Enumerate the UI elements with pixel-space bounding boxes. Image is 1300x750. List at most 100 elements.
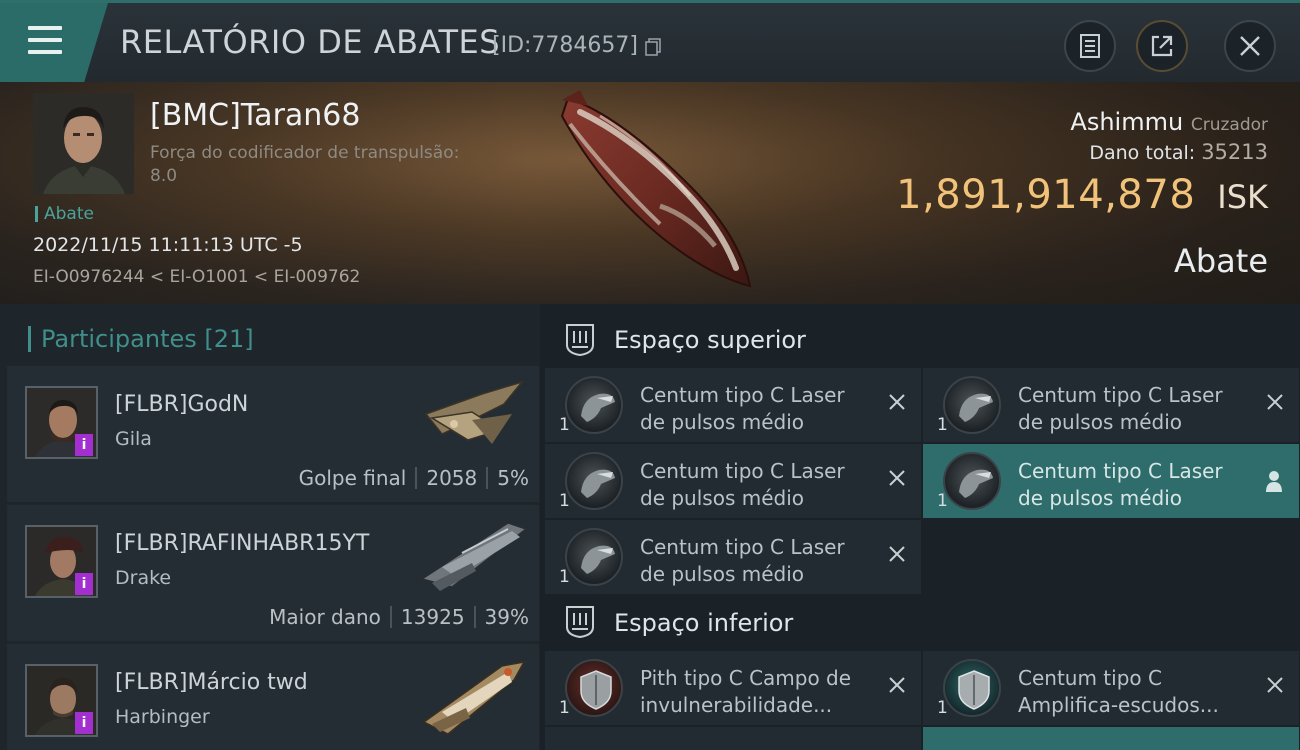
module-quantity: 1 bbox=[559, 415, 570, 435]
participant-card[interactable]: i [FLBR]Márcio twd Harbinger bbox=[7, 644, 539, 750]
module-quantity: 1 bbox=[559, 491, 570, 511]
participants-header: Participantes [21] bbox=[28, 326, 254, 352]
menu-icon-bar bbox=[28, 50, 62, 54]
kill-tag: Abate bbox=[35, 206, 94, 223]
participant-damage: 2058 bbox=[426, 466, 478, 490]
ship-name[interactable]: Ashimmu bbox=[1070, 108, 1183, 136]
module-quantity: 1 bbox=[559, 567, 570, 587]
module-name: Centum tipo C Laser de pulsos médio bbox=[640, 535, 845, 586]
participants-count: [21] bbox=[204, 325, 254, 353]
shield-amplifier-icon bbox=[943, 659, 1001, 717]
module-name: Pith tipo C Campo de invulnerabilidade..… bbox=[640, 666, 852, 717]
copy-icon[interactable] bbox=[645, 38, 661, 56]
module-quantity: 1 bbox=[559, 698, 570, 718]
participant-card[interactable]: i [FLBR]RAFINHABR15YT Drake Maior dano 13… bbox=[7, 505, 539, 641]
participant-role: Golpe final bbox=[298, 466, 407, 490]
module-quantity: 1 bbox=[937, 698, 948, 718]
module-item[interactable]: 1 Centum tipo C Laser de pulsos médio bbox=[545, 520, 921, 594]
module-item[interactable]: 1 Centum tipo C Laser de pulsos médio bbox=[923, 368, 1299, 442]
document-button[interactable] bbox=[1064, 20, 1116, 72]
window-header: RELATÓRIO DE ABATES [ID:7784657] bbox=[0, 0, 1300, 82]
participant-card[interactable]: i [FLBR]GodN Gila Golpe final 2058 5% bbox=[7, 366, 539, 502]
participant-name[interactable]: [FLBR]Márcio twd bbox=[115, 670, 308, 695]
participant-damage: 13925 bbox=[400, 605, 465, 629]
laser-module-icon bbox=[943, 452, 1001, 510]
participant-percent: 39% bbox=[484, 605, 529, 629]
module-name: Centum tipo C Laser de pulsos médio bbox=[640, 383, 845, 434]
module-name: Centum tipo C Amplifica-escudos... bbox=[1018, 666, 1219, 717]
module-item[interactable] bbox=[545, 727, 921, 750]
divider bbox=[473, 606, 476, 628]
close-icon bbox=[1240, 36, 1260, 56]
low-slots-title: Espaço inferior bbox=[614, 609, 794, 637]
victim-name[interactable]: [BMC]Taran68 bbox=[150, 98, 360, 133]
participant-ship-image bbox=[420, 522, 528, 591]
destroyed-icon bbox=[889, 394, 905, 410]
kill-datetime: 2022/11/15 11:11:13 UTC -5 bbox=[33, 234, 303, 256]
module-item[interactable]: 1 Centum tipo C Laser de pulsos médio bbox=[545, 444, 921, 518]
isk-unit: ISK bbox=[1217, 178, 1268, 216]
destroyed-icon bbox=[1267, 394, 1283, 410]
divider bbox=[486, 467, 489, 489]
menu-icon-bar bbox=[28, 38, 62, 42]
module-name: Centum tipo C Laser de pulsos médio bbox=[1018, 383, 1223, 434]
laser-module-icon bbox=[565, 452, 623, 510]
high-slot-icon bbox=[566, 324, 594, 357]
participants-panel: Participantes [21] i [FLBR]GodN Gila Gol… bbox=[0, 304, 540, 750]
menu-icon bbox=[28, 26, 62, 30]
divider bbox=[415, 467, 418, 489]
isk-value: 1,891,914,878 bbox=[896, 172, 1196, 218]
close-button[interactable] bbox=[1224, 20, 1276, 72]
participant-role: Maior dano bbox=[269, 605, 381, 629]
menu-button[interactable] bbox=[0, 3, 108, 82]
total-damage-label: Dano total: bbox=[1089, 142, 1196, 164]
high-slots-title: Espaço superior bbox=[614, 326, 806, 354]
share-button[interactable] bbox=[1136, 20, 1188, 72]
page-title: RELATÓRIO DE ABATES bbox=[120, 23, 501, 61]
person-icon bbox=[1266, 471, 1282, 492]
share-icon bbox=[1151, 35, 1173, 57]
total-damage: Dano total: 35213 bbox=[1089, 140, 1268, 164]
low-slot-icon bbox=[566, 606, 594, 639]
module-item[interactable]: 1 Pith tipo C Campo de invulnerabilidade… bbox=[545, 651, 921, 725]
victim-avatar[interactable] bbox=[33, 93, 134, 194]
participant-ship-image bbox=[424, 380, 525, 444]
victim-ship-image[interactable] bbox=[540, 86, 780, 296]
participant-stats: Golpe final 2058 5% bbox=[299, 466, 529, 490]
destroyed-icon bbox=[889, 470, 905, 486]
laser-module-icon bbox=[565, 528, 623, 586]
participant-stats: Maior dano 13925 39% bbox=[269, 605, 529, 629]
total-damage-value: 35213 bbox=[1201, 140, 1268, 164]
info-badge[interactable]: i bbox=[75, 434, 93, 456]
module-item[interactable] bbox=[923, 727, 1299, 750]
participant-ship: Gila bbox=[115, 428, 152, 450]
module-item[interactable]: 1 Centum tipo C Laser de pulsos médio bbox=[545, 368, 921, 442]
module-item[interactable]: 1 Centum tipo C Amplifica-escudos... bbox=[923, 651, 1299, 725]
destroyed-icon bbox=[1267, 677, 1283, 693]
kill-location[interactable]: EI-O0976244 < EI-O1001 < EI-009762 bbox=[33, 267, 360, 287]
ship-class: Cruzador bbox=[1190, 115, 1268, 135]
module-name: Centum tipo C Laser de pulsos médio bbox=[640, 459, 845, 510]
destroyed-icon bbox=[889, 546, 905, 562]
participants-label: Participantes bbox=[41, 325, 197, 353]
module-quantity: 1 bbox=[937, 415, 948, 435]
victim-portrait-image bbox=[33, 93, 134, 194]
participant-ship: Harbinger bbox=[115, 706, 210, 728]
info-badge[interactable]: i bbox=[75, 573, 93, 595]
victim-banner: [BMC]Taran68 Força do codificador de tra… bbox=[0, 82, 1300, 304]
kill-type: Abate bbox=[1173, 242, 1268, 280]
report-id: [ID:7784657] bbox=[492, 33, 638, 58]
participant-percent: 5% bbox=[497, 466, 529, 490]
fitting-panel: Espaço superior 1 Centum tipo C Laser de… bbox=[540, 304, 1300, 750]
info-badge[interactable]: i bbox=[75, 712, 93, 734]
laser-module-icon bbox=[943, 376, 1001, 434]
victim-ship-type: Ashimmu Cruzador bbox=[1070, 108, 1268, 136]
isk-loss: 1,891,914,878 ISK bbox=[896, 172, 1268, 218]
participant-name[interactable]: [FLBR]GodN bbox=[115, 392, 248, 417]
warp-scrambler-strength: Força do codificador de transpulsão: 8.0 bbox=[150, 143, 460, 186]
participant-name[interactable]: [FLBR]RAFINHABR15YT bbox=[115, 531, 369, 556]
document-icon bbox=[1080, 34, 1100, 58]
participant-ship: Drake bbox=[115, 567, 172, 589]
module-item[interactable]: 1 Centum tipo C Laser de pulsos médio bbox=[923, 444, 1299, 518]
module-quantity: 1 bbox=[937, 491, 948, 511]
